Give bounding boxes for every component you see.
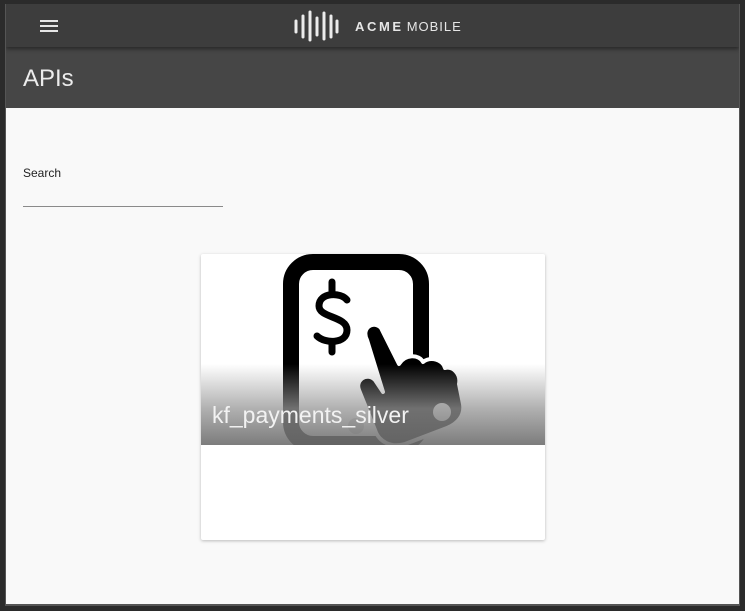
search-label: Search: [23, 166, 62, 180]
api-card-media: kf_payments_silver: [201, 254, 545, 445]
brand-name: ACME MOBILE: [355, 19, 462, 34]
hamburger-menu-icon[interactable]: [38, 17, 60, 35]
api-card-title: kf_payments_silver: [212, 402, 409, 428]
search-field: Search: [23, 166, 223, 207]
api-card[interactable]: kf_payments_silver: [201, 254, 545, 540]
search-input[interactable]: [23, 188, 223, 207]
page-header: APIs: [6, 47, 739, 108]
sound-wave-logo-icon: [294, 10, 339, 42]
top-toolbar: ACME MOBILE: [6, 4, 739, 47]
app-window: ACME MOBILE APIs Search kf_payments_silv…: [5, 4, 740, 606]
brand-name-light: MOBILE: [406, 18, 462, 34]
brand-logo[interactable]: ACME MOBILE: [293, 10, 462, 42]
brand-name-bold: ACME: [355, 18, 404, 34]
page-title: APIs: [23, 65, 74, 92]
